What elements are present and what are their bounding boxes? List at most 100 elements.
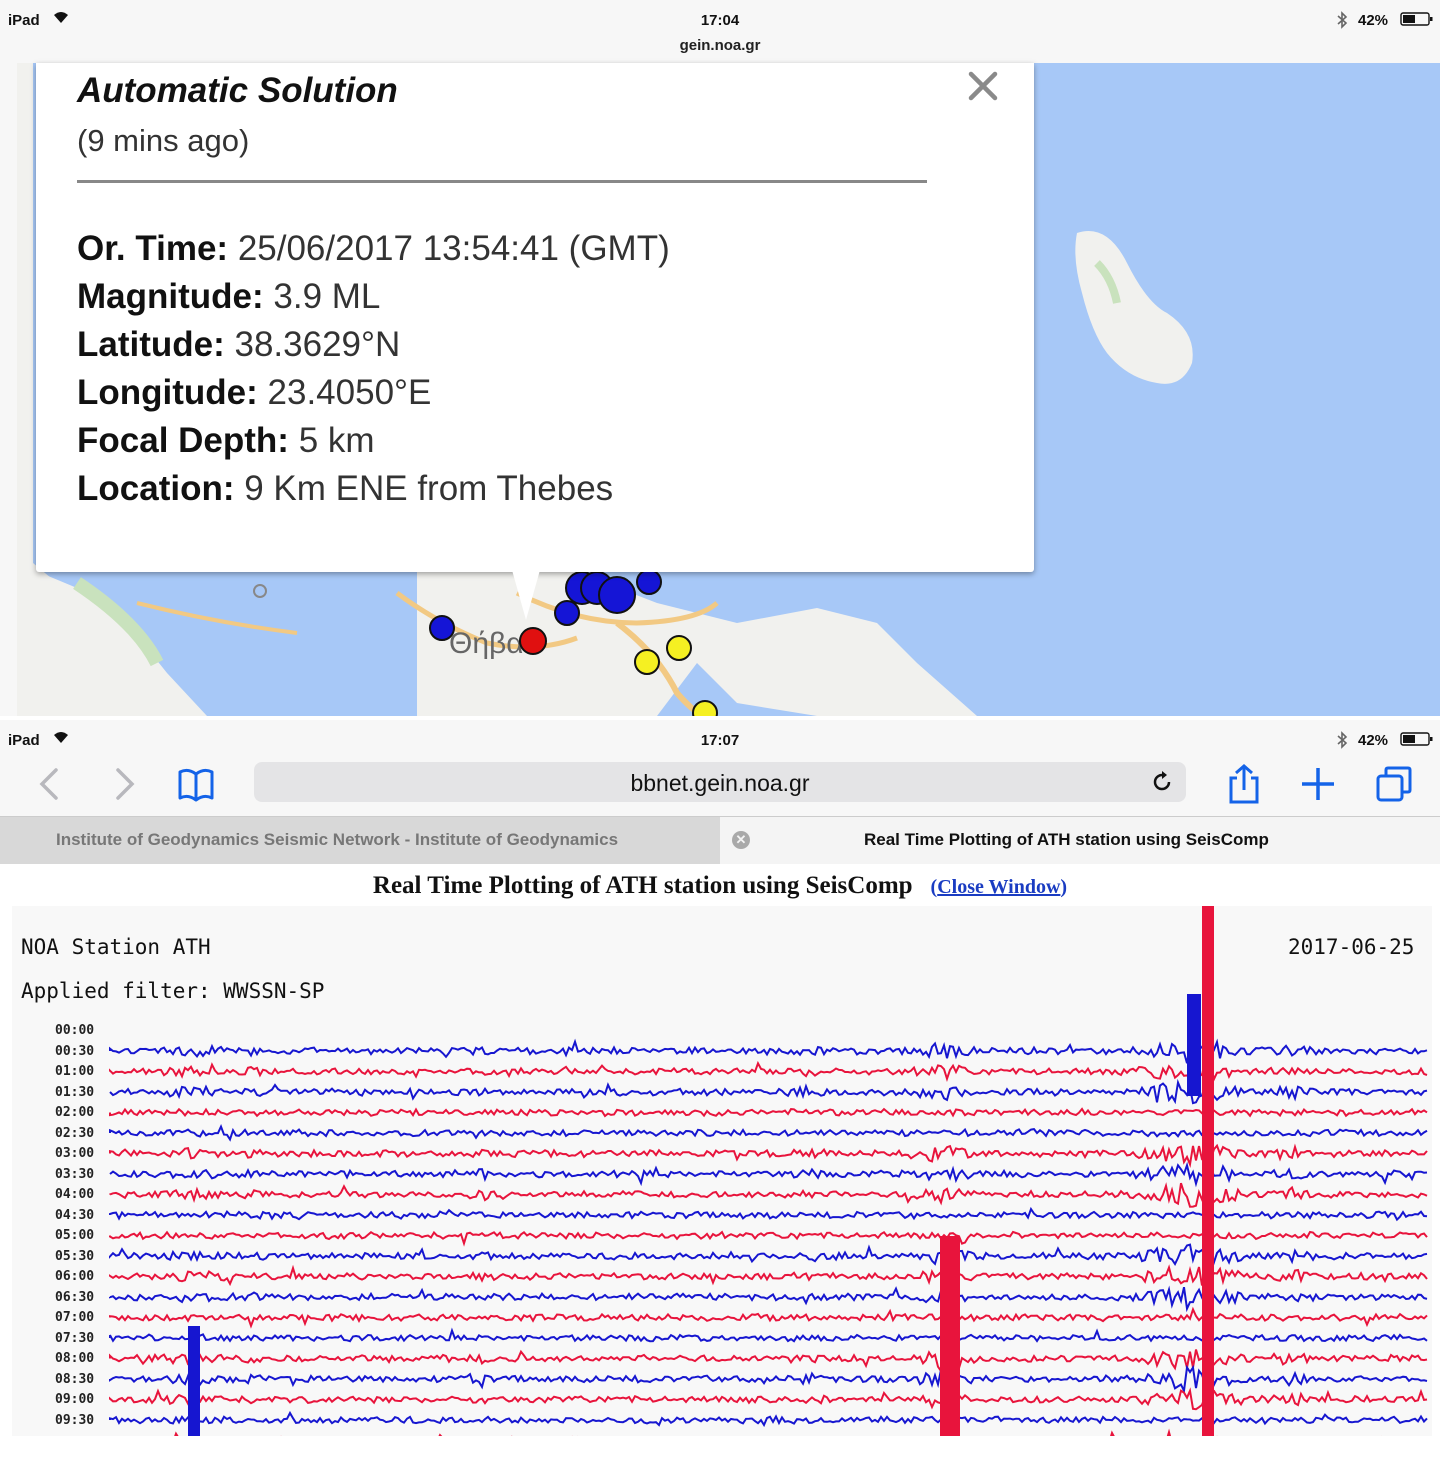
battery-icon xyxy=(1400,732,1433,746)
seismic-spike xyxy=(1187,994,1201,1096)
quake-marker[interactable] xyxy=(554,600,580,626)
time-label: 08:30 xyxy=(55,1371,95,1387)
battery-icon xyxy=(1400,12,1433,26)
popup-title: Automatic Solution xyxy=(77,71,398,110)
tabs-icon[interactable] xyxy=(1374,764,1414,804)
battery-percent: 42% xyxy=(1358,732,1389,749)
time-axis-labels: 00:00 00:30 01:00 01:30 02:00 02:30 03:00 03:30… xyxy=(55,1021,94,1431)
field-origin-time: Or. Time: 25/06/2017 13:54:41 (GMT) xyxy=(77,229,670,268)
status-bar: iPad 17:07 42% xyxy=(0,720,1440,756)
tab-bar: Institute of Geodynamics Seismic Network… xyxy=(0,816,1440,864)
seismic-trace xyxy=(109,1243,1428,1266)
seismic-trace xyxy=(109,1182,1428,1208)
time-label: 07:00 xyxy=(55,1310,95,1325)
close-icon[interactable] xyxy=(966,69,1000,103)
close-window-link[interactable]: (Close Window) xyxy=(931,876,1068,898)
station-label: NOA Station ATH xyxy=(21,935,211,959)
time-label: 01:00 xyxy=(55,1064,95,1079)
bluetooth-icon xyxy=(1337,731,1348,749)
status-bar: iPad 17:04 42% xyxy=(0,0,1440,36)
selected-quake-marker[interactable] xyxy=(519,627,547,655)
bluetooth-icon xyxy=(1337,11,1348,29)
seismogram-screenshot: iPad 17:07 42% bbnet.gein.noa.gr Institu… xyxy=(0,720,1440,1466)
seismic-spike xyxy=(940,1236,960,1436)
field-focal-depth: Focal Depth: 5 km xyxy=(77,421,375,460)
map-screenshot: iPad 17:04 42% gein.noa.gr Θήβα Automati… xyxy=(0,0,1440,716)
bookmarks-icon[interactable] xyxy=(176,764,216,804)
seismic-trace xyxy=(109,1059,1428,1083)
time-label: 00:30 xyxy=(55,1043,95,1059)
time-label: 09:30 xyxy=(55,1412,95,1428)
time-label: 05:00 xyxy=(55,1228,95,1243)
battery-percent: 42% xyxy=(1358,12,1389,29)
seismic-trace xyxy=(109,1264,1428,1287)
seismic-trace xyxy=(174,1428,1383,1436)
seismic-trace xyxy=(109,1364,1428,1395)
quake-marker[interactable] xyxy=(634,649,660,675)
time-label: 04:30 xyxy=(55,1207,95,1223)
time-label: 02:30 xyxy=(55,1125,95,1141)
seismic-trace xyxy=(109,1124,1428,1142)
seismic-trace xyxy=(109,1410,1428,1428)
url-label: gein.noa.gr xyxy=(679,37,761,54)
filter-label: Applied filter: WWSSN-SP xyxy=(21,979,325,1003)
quake-marker[interactable] xyxy=(636,569,662,595)
time-label: 08:00 xyxy=(55,1351,95,1366)
seismic-trace xyxy=(109,1230,1428,1247)
quake-marker[interactable] xyxy=(598,576,636,614)
seismic-trace xyxy=(109,1327,1428,1343)
tab-close-icon[interactable]: ✕ xyxy=(732,831,750,849)
field-longitude: Longitude: 23.4050°E xyxy=(77,373,432,412)
field-latitude: Latitude: 38.3629°N xyxy=(77,325,401,364)
seismic-spike xyxy=(1202,906,1214,1436)
reload-icon[interactable] xyxy=(1150,770,1174,794)
field-location: Location: 9 Km ENE from Thebes xyxy=(77,469,614,508)
time-label: 06:00 xyxy=(55,1269,95,1284)
quake-marker[interactable] xyxy=(429,615,455,641)
time-label: 00:00 xyxy=(55,1023,95,1038)
share-icon[interactable] xyxy=(1224,764,1264,804)
seismic-trace xyxy=(109,1349,1428,1374)
seismic-trace xyxy=(109,1206,1428,1222)
new-tab-icon[interactable] xyxy=(1298,764,1338,804)
page-header: Real Time Plotting of ATH station using … xyxy=(0,872,1440,906)
seismic-trace xyxy=(109,1078,1428,1105)
seismic-trace xyxy=(109,1107,1428,1118)
time-label: 09:00 xyxy=(55,1392,95,1407)
time-label: 03:00 xyxy=(55,1146,95,1161)
time-label: 03:30 xyxy=(55,1166,95,1182)
address-text: bbnet.gein.noa.gr xyxy=(630,770,810,796)
tab-realtime-plotting[interactable]: ✕ Real Time Plotting of ATH station usin… xyxy=(720,817,1440,864)
quake-marker[interactable] xyxy=(666,635,692,661)
seismic-trace xyxy=(109,1386,1428,1411)
browser-toolbar: iPad 17:07 42% bbnet.gein.noa.gr xyxy=(0,720,1440,816)
forward-icon[interactable] xyxy=(104,764,144,804)
address-bar[interactable]: bbnet.gein.noa.gr xyxy=(254,762,1186,802)
popup-pointer xyxy=(512,570,540,620)
tab-label: Real Time Plotting of ATH station using … xyxy=(864,830,1269,849)
seismic-trace xyxy=(109,1285,1428,1313)
status-time: 17:04 xyxy=(700,12,740,29)
back-icon[interactable] xyxy=(30,764,70,804)
seismic-spike xyxy=(188,1326,200,1436)
seismic-trace xyxy=(109,1306,1428,1329)
time-label: 02:00 xyxy=(55,1105,95,1120)
status-time: 17:07 xyxy=(700,732,740,749)
seismic-trace xyxy=(109,1036,1428,1064)
popup-age: (9 mins ago) xyxy=(77,123,250,158)
seismic-trace xyxy=(109,1143,1428,1168)
time-label: 04:00 xyxy=(55,1187,95,1202)
popup-divider xyxy=(77,180,927,183)
time-label: 07:30 xyxy=(55,1330,95,1346)
quake-marker[interactable] xyxy=(692,700,718,716)
tab-geodynamics[interactable]: Institute of Geodynamics Seismic Network… xyxy=(0,817,720,864)
seismic-trace xyxy=(109,1161,1428,1188)
date-label: 2017-06-25 xyxy=(1288,935,1415,959)
time-label: 06:30 xyxy=(55,1289,95,1305)
time-label: 05:30 xyxy=(55,1248,95,1264)
field-magnitude: Magnitude: 3.9 ML xyxy=(77,277,381,316)
tab-label: Institute of Geodynamics Seismic Network… xyxy=(56,830,619,849)
map-place-label: Θήβα xyxy=(449,627,524,660)
popup-fields: Or. Time: 25/06/2017 13:54:41 (GMT) Magn… xyxy=(77,225,670,513)
time-label: 01:30 xyxy=(55,1084,95,1100)
